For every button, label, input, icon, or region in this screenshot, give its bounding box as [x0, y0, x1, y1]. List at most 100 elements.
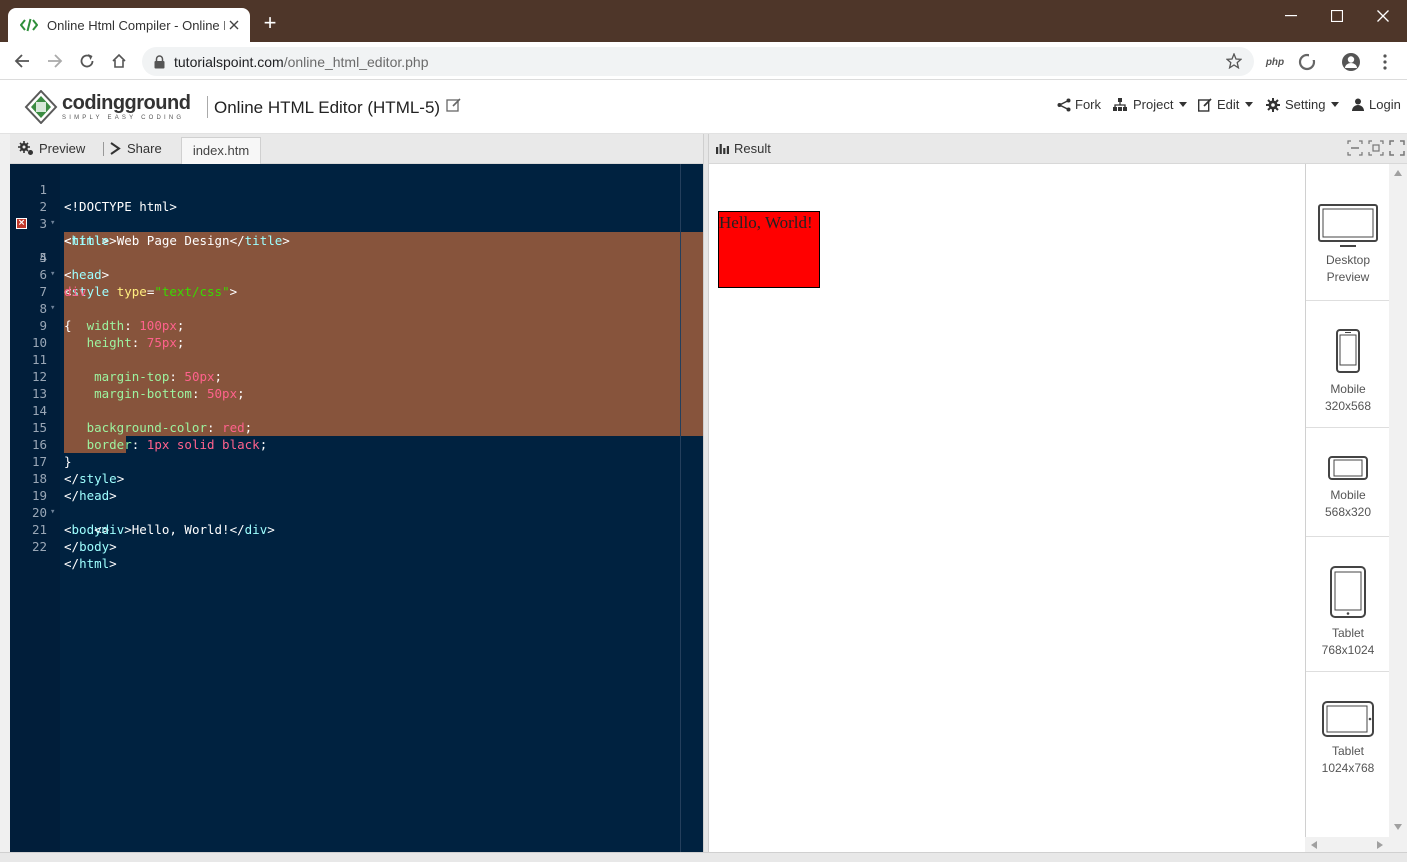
error-marker-icon[interactable]: ×	[16, 218, 27, 229]
device-label: Desktop	[1325, 253, 1371, 267]
home-icon[interactable]	[108, 50, 130, 72]
device-size: 568x320	[1324, 505, 1372, 519]
share-chevron-icon	[110, 142, 121, 155]
line-number: 22	[31, 539, 47, 554]
device-tablet-landscape[interactable]: Tablet 1024x768	[1306, 672, 1390, 852]
url-path: /online_html_editor.php	[283, 53, 429, 70]
back-arrow-icon[interactable]	[11, 50, 33, 72]
code-line: 15 border: 1px solid black;	[10, 402, 703, 452]
tab-close-icon[interactable]	[226, 17, 242, 33]
code-line: 18 </head>	[10, 453, 703, 503]
fork-menu[interactable]: Fork	[1057, 97, 1101, 112]
refresh-extension-icon[interactable]	[1297, 53, 1317, 71]
preview-label: Preview	[39, 141, 86, 156]
code-line: 13	[10, 368, 703, 401]
compress-icon[interactable]	[1368, 140, 1384, 156]
hello-world-div: Hello, World!	[718, 211, 820, 288]
bookmark-star-icon[interactable]	[1225, 52, 1243, 70]
scroll-left-icon[interactable]	[1311, 841, 1317, 849]
page-title: Online HTML Editor (HTML-5)	[214, 98, 441, 117]
device-mobile-landscape[interactable]: Mobile 568x320	[1306, 428, 1390, 537]
code-editor[interactable]: 1 <!DOCTYPE html> 2 ▾ <html> 3 <title>We…	[10, 164, 703, 852]
project-menu[interactable]: Project	[1113, 97, 1188, 112]
lock-icon	[154, 54, 166, 69]
address-bar[interactable]: tutorialspoint.com /online_html_editor.p…	[142, 47, 1254, 76]
bar-chart-icon	[716, 144, 729, 154]
setting-menu[interactable]: Setting	[1266, 97, 1340, 112]
scroll-down-icon[interactable]	[1394, 824, 1402, 830]
codingground-logo[interactable]: codingground SIMPLY EASY CODING	[24, 88, 194, 126]
code-token: </	[64, 556, 80, 571]
code-line: 14 background-color: red;	[10, 385, 703, 435]
browser-toolbar: tutorialspoint.com /online_html_editor.p…	[0, 42, 1407, 80]
code-token: body	[79, 539, 110, 554]
device-label: Mobile	[1330, 382, 1366, 396]
code-line: 22 </html>	[10, 521, 703, 571]
device-size: 1024x768	[1321, 761, 1375, 775]
code-line: 12 margin-bottom: 50px;	[10, 351, 703, 401]
share-label: Share	[127, 141, 162, 156]
setting-label: Setting	[1285, 97, 1326, 112]
device-tablet-portrait[interactable]: Tablet 768x1024	[1306, 537, 1390, 672]
code-line: 1 <!DOCTYPE html>	[10, 164, 703, 214]
code-line: 16 }	[10, 419, 703, 469]
page-bottom-bar	[0, 852, 1407, 862]
preview-button[interactable]: Preview	[18, 141, 85, 156]
forward-arrow-icon[interactable]	[44, 50, 66, 72]
tablet-portrait-icon	[1330, 566, 1366, 618]
code-line: × 4 <head>	[10, 215, 703, 282]
share-button[interactable]: Share	[109, 141, 162, 156]
device-mobile-portrait[interactable]: Mobile 320x568	[1306, 301, 1390, 428]
device-list-hscrollbar[interactable]	[1305, 837, 1389, 852]
edit-title-icon[interactable]	[446, 97, 462, 113]
login-link[interactable]: Login	[1352, 97, 1401, 112]
fullscreen-icon[interactable]	[1389, 140, 1405, 156]
browser-titlebar: Online Html Compiler - Online H +	[0, 0, 1407, 42]
collapse-width-icon[interactable]	[1347, 140, 1363, 156]
logo-mark-icon	[24, 90, 58, 124]
code-line: 9 height: 75px;	[10, 300, 703, 350]
edit-icon	[1198, 97, 1212, 112]
profile-avatar-icon[interactable]	[1341, 53, 1361, 71]
code-token: >	[109, 539, 117, 554]
gears-icon	[18, 141, 33, 155]
code-line: 10	[10, 317, 703, 350]
result-preview[interactable]: Hello, World!	[709, 164, 1305, 852]
device-list-scrollbar[interactable]	[1389, 164, 1407, 852]
tablet-landscape-icon	[1322, 701, 1374, 737]
php-extension-icon[interactable]: php	[1265, 53, 1285, 71]
editor-toolbar: Preview Share index.htm	[10, 134, 703, 164]
mobile-landscape-icon	[1328, 456, 1368, 480]
device-size: 320x568	[1324, 399, 1372, 413]
code-line: 17 </style>	[10, 436, 703, 486]
device-label: Tablet	[1331, 744, 1365, 758]
browser-tab[interactable]: Online Html Compiler - Online H	[8, 8, 250, 42]
new-tab-button[interactable]: +	[260, 12, 280, 34]
edit-label: Edit	[1217, 97, 1240, 112]
scroll-up-icon[interactable]	[1394, 170, 1402, 176]
user-icon	[1352, 98, 1364, 111]
code-line: 11 margin-top: 50px;	[10, 334, 703, 384]
scroll-right-icon[interactable]	[1377, 841, 1383, 849]
code-line: 5 ▾ <style type="text/css">	[10, 232, 703, 299]
close-window-icon[interactable]	[1368, 6, 1398, 26]
device-preview-list: Desktop Preview Mobile 320x568 Mobile 56…	[1305, 164, 1390, 852]
code-line: 19 ▾ <body>	[10, 470, 703, 537]
desktop-monitor-icon	[1318, 204, 1378, 247]
device-size: Preview	[1326, 270, 1370, 284]
device-size: 768x1024	[1321, 643, 1375, 657]
edit-menu[interactable]: Edit	[1198, 97, 1254, 112]
setting-caret-icon	[1331, 102, 1340, 107]
tab-title: Online Html Compiler - Online H	[47, 17, 225, 33]
fork-icon	[1057, 98, 1071, 111]
reload-icon[interactable]	[76, 50, 98, 72]
mobile-portrait-icon	[1336, 329, 1360, 373]
minimize-icon[interactable]	[1276, 6, 1306, 26]
browser-menu-icon[interactable]	[1380, 53, 1390, 71]
file-tab-index[interactable]: index.htm	[181, 137, 261, 164]
gear-icon	[1266, 97, 1280, 112]
site-header: codingground SIMPLY EASY CODING Online H…	[0, 80, 1407, 134]
device-desktop-preview[interactable]: Desktop Preview	[1306, 164, 1390, 301]
code-favicon-icon	[20, 17, 38, 33]
maximize-icon[interactable]	[1322, 6, 1352, 26]
